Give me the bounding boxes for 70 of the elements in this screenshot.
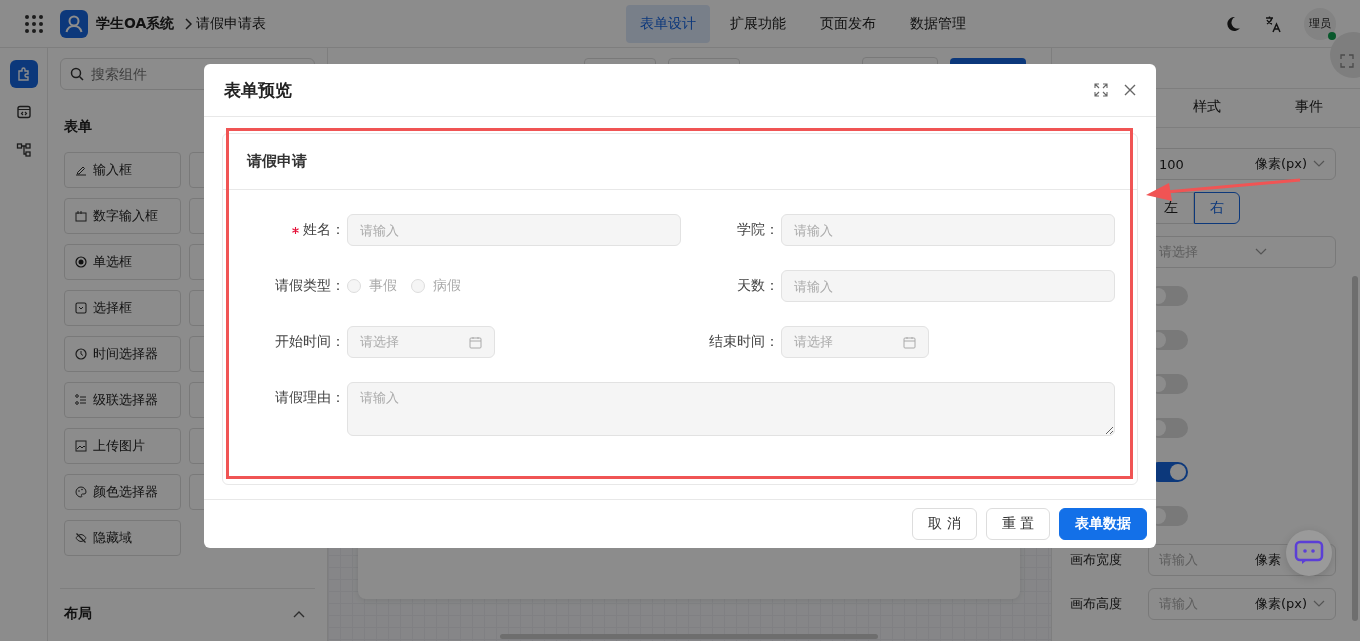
field-label: 结束时间： bbox=[709, 333, 779, 351]
field-label: 画布高度 bbox=[1069, 596, 1122, 611]
pen-icon bbox=[75, 164, 87, 176]
component-button[interactable]: 时间选择器 bbox=[64, 336, 181, 372]
search-icon bbox=[70, 67, 84, 81]
user-avatar[interactable]: 理员 bbox=[1304, 7, 1336, 40]
chevron-down-icon bbox=[1313, 160, 1325, 168]
list-icon bbox=[75, 394, 87, 406]
puzzle-icon[interactable] bbox=[9, 60, 38, 88]
clock-icon bbox=[75, 348, 87, 360]
dialog-button[interactable]: 重 置 bbox=[985, 508, 1050, 540]
panel-tab[interactable]: 事件 bbox=[1257, 89, 1360, 127]
nav-tab[interactable]: 表单设计 bbox=[626, 4, 711, 43]
component-button[interactable]: 颜色选择器 bbox=[64, 474, 181, 510]
input-field[interactable]: 请输入 bbox=[781, 214, 1115, 246]
app-name: 学生OA系统 bbox=[96, 14, 175, 33]
calendar-icon bbox=[469, 335, 482, 349]
component-button[interactable]: 数字输入框 bbox=[64, 198, 181, 234]
chevron-right-icon bbox=[184, 17, 193, 30]
field-label: 天数： bbox=[737, 277, 779, 295]
chevron-down-icon bbox=[1254, 248, 1267, 256]
component-button[interactable]: 隐藏域 bbox=[64, 520, 181, 556]
fullscreen-icon bbox=[1340, 54, 1354, 68]
scrollbar-thumb[interactable] bbox=[1352, 276, 1358, 621]
chat-button[interactable] bbox=[1286, 530, 1332, 576]
image-icon bbox=[75, 440, 87, 452]
field-label: 请假类型： bbox=[275, 277, 345, 295]
nav-tab[interactable]: 数据管理 bbox=[896, 4, 981, 43]
component-button[interactable]: 选择框 bbox=[64, 290, 181, 326]
expand-icon[interactable] bbox=[1094, 83, 1108, 97]
unit-select[interactable]: 像素(px) bbox=[1254, 155, 1307, 173]
palette-icon bbox=[75, 486, 87, 498]
breadcrumb[interactable]: 请假申请表 bbox=[196, 14, 267, 33]
component-button[interactable]: 级联选择器 bbox=[64, 382, 181, 418]
dialog-button[interactable]: 取 消 bbox=[912, 508, 977, 540]
input-field[interactable]: 请输入 bbox=[347, 214, 681, 246]
field-label: 学院： bbox=[737, 221, 779, 239]
apps-grid-icon[interactable] bbox=[24, 13, 44, 34]
field-label: 画布宽度 bbox=[1069, 552, 1122, 567]
chevron-up-icon[interactable] bbox=[293, 610, 305, 618]
field-label: 开始时间： bbox=[275, 333, 345, 351]
segment-option[interactable]: 右 bbox=[1193, 192, 1240, 224]
nav-tab[interactable]: 页面发布 bbox=[806, 4, 891, 43]
input-field[interactable]: 请输入 bbox=[781, 270, 1115, 302]
radio-icon bbox=[75, 256, 87, 268]
nav-tab[interactable]: 扩展功能 bbox=[716, 4, 801, 43]
unit-select[interactable]: 像素 bbox=[1254, 551, 1281, 569]
calendar-icon bbox=[903, 335, 916, 349]
section-heading: 布局 bbox=[64, 605, 92, 623]
component-button[interactable]: 输入框 bbox=[64, 152, 181, 188]
moon-icon[interactable] bbox=[1224, 14, 1242, 33]
dialog-button[interactable]: 表单数据 bbox=[1059, 508, 1147, 540]
eye-off-icon bbox=[75, 532, 87, 544]
form-title: 请假申请 bbox=[223, 134, 1137, 190]
close-icon[interactable] bbox=[1124, 84, 1136, 96]
scrollbar-thumb[interactable] bbox=[500, 634, 878, 639]
field-label: 姓名： bbox=[303, 221, 345, 239]
chevron-down-icon bbox=[1313, 600, 1325, 608]
number-icon bbox=[75, 210, 87, 222]
component-button[interactable]: 单选框 bbox=[64, 244, 181, 280]
unit-select[interactable]: 像素(px) bbox=[1254, 595, 1307, 613]
translate-icon[interactable] bbox=[1264, 14, 1282, 33]
logo-user-icon bbox=[60, 9, 88, 38]
panel-tab[interactable]: 样式 bbox=[1155, 89, 1258, 127]
component-button[interactable]: 上传图片 bbox=[64, 428, 181, 464]
text-area[interactable]: 请输入 bbox=[347, 382, 1115, 436]
dropdown-icon bbox=[75, 302, 87, 314]
field-label: 请假理由： bbox=[275, 389, 345, 407]
section-heading: 表单 bbox=[64, 118, 93, 136]
chat-icon bbox=[1294, 540, 1324, 566]
